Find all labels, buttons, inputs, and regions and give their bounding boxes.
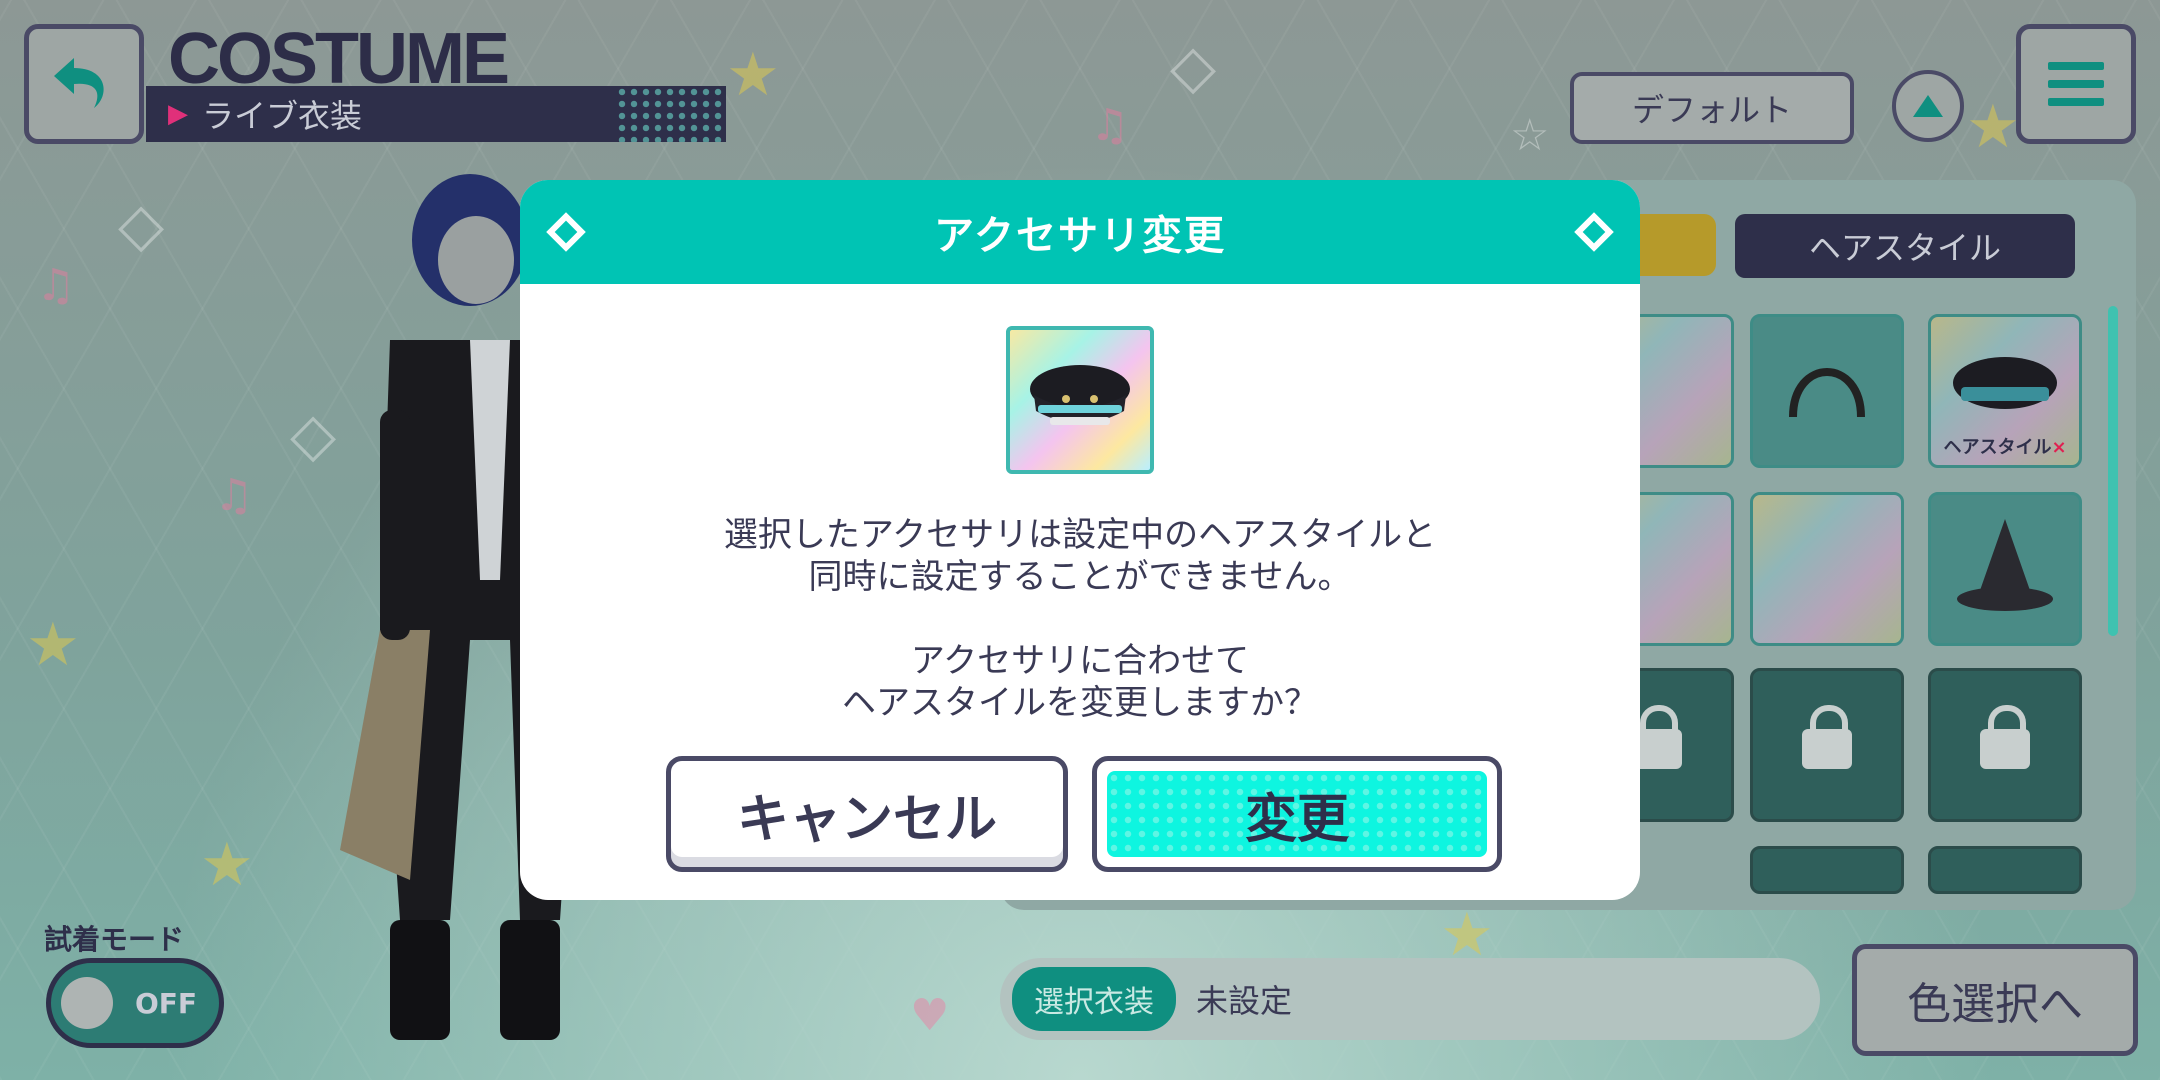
tab-hairstyle[interactable]: ヘアスタイル (1735, 214, 2075, 278)
accessory-item[interactable] (1750, 492, 1904, 646)
dialog-question: アクセサリに合わせて ヘアスタイルを変更しますか？ (842, 641, 1318, 723)
confirm-change-button[interactable]: 変更 (1092, 756, 1502, 872)
star-emblem-icon: ★ (1966, 92, 2020, 162)
selected-costume-value: 未設定 (1196, 982, 1293, 1020)
menu-icon (2048, 62, 2104, 70)
accessory-item[interactable] (1750, 314, 1904, 468)
accessory-item-selected[interactable]: ヘアスタイル× (1928, 314, 2082, 468)
default-button[interactable]: デフォルト (1570, 72, 1854, 144)
scrollbar[interactable] (2108, 306, 2118, 636)
dialog-title: アクセサリ変更 (934, 213, 1226, 259)
star-emblem-icon: ★ (26, 610, 80, 680)
scroll-up-button[interactable] (1892, 70, 1964, 142)
selected-costume-bar: 選択衣装 未設定 (1000, 958, 1820, 1040)
witch-hat-icon (1957, 519, 2053, 611)
toggle-state: OFF (135, 986, 198, 1020)
page-subtitle: ライブ衣装 (202, 97, 363, 135)
cap-icon (1030, 365, 1130, 425)
music-note-icon: ♫ (214, 470, 254, 521)
lock-icon (1802, 705, 1852, 769)
headband-icon (1789, 368, 1865, 418)
music-note-icon: ♫ (1090, 100, 1130, 151)
tryon-mode-label: 試着モード (44, 923, 185, 956)
ng-badge: ヘアスタイル× (1943, 437, 2067, 458)
accessory-change-dialog: アクセサリ変更 選択したアクセサリは設定中のヘアスタイルと 同時に設定することが… (520, 180, 1640, 900)
music-note-icon: ♫ (36, 260, 76, 311)
accessory-thumbnail (1006, 326, 1154, 474)
menu-button[interactable] (2016, 24, 2136, 144)
back-arrow-icon (54, 58, 104, 108)
page-subtitle-bar: ▶ ライブ衣装 (146, 86, 726, 142)
accessory-item[interactable] (1928, 846, 2082, 894)
dialog-header: アクセサリ変更 (520, 180, 1640, 284)
locked-item[interactable] (1750, 668, 1904, 822)
selected-costume-label: 選択衣装 (1012, 967, 1176, 1031)
toggle-knob (61, 977, 113, 1029)
lock-icon (1980, 705, 2030, 769)
triangle-up-icon (1913, 95, 1943, 117)
diamond-decoration-icon: ◇ (1170, 32, 1217, 102)
tryon-mode-toggle[interactable]: OFF (46, 958, 224, 1048)
star-emblem-icon: ★ (726, 40, 780, 110)
accessory-item[interactable] (1750, 846, 1904, 894)
confirm-change-label: 変更 (1107, 771, 1487, 857)
accessory-item[interactable] (1928, 492, 2082, 646)
cancel-button[interactable]: キャンセル (666, 756, 1068, 872)
locked-item[interactable] (1928, 668, 2082, 822)
dot-pattern (616, 86, 726, 142)
diamond-icon (1574, 212, 1614, 252)
heart-icon: ♥ (910, 990, 950, 1041)
star-icon: ☆ (1510, 110, 1550, 161)
play-triangle-icon: ▶ (168, 99, 188, 129)
diamond-decoration-icon: ◇ (118, 190, 165, 260)
dialog-message: 選択したアクセサリは設定中のヘアスタイルと 同時に設定することができません。 (723, 515, 1437, 597)
color-select-button[interactable]: 色選択へ (1852, 944, 2138, 1056)
star-emblem-icon: ★ (200, 830, 254, 900)
back-button[interactable] (24, 24, 144, 144)
diamond-icon (546, 212, 586, 252)
